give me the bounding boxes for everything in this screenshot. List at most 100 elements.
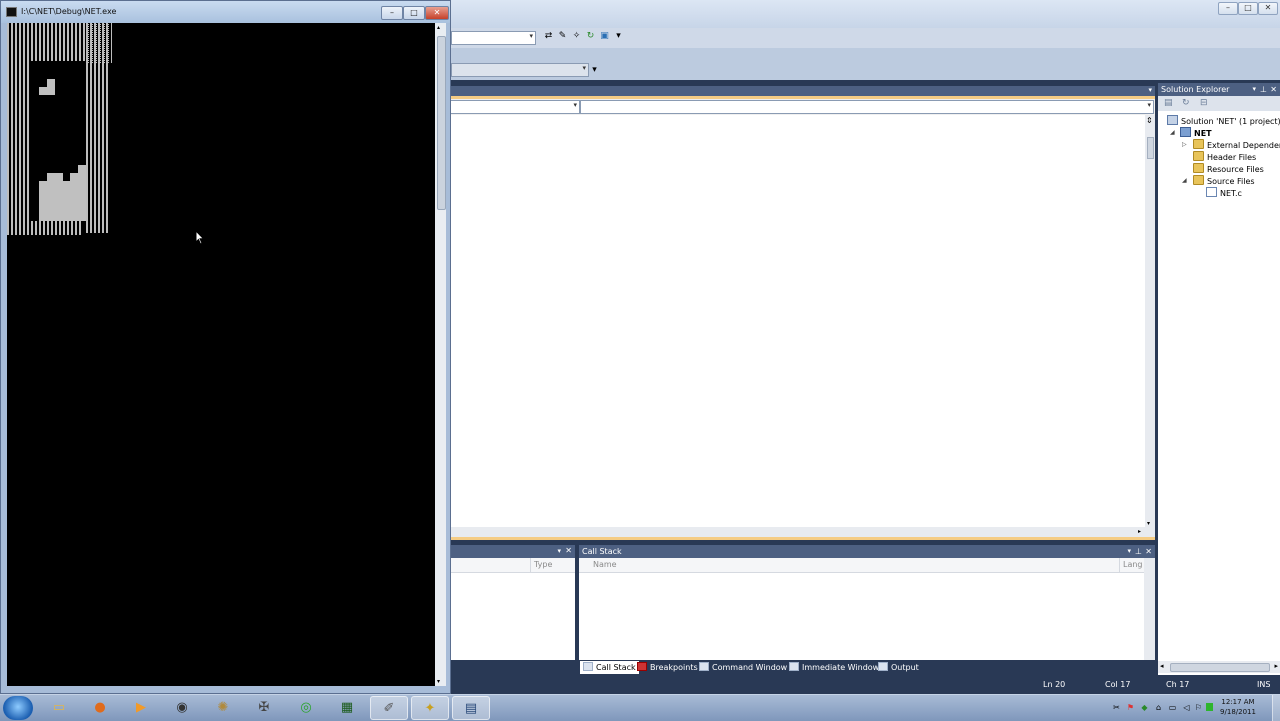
scroll-down-icon[interactable]: ▾ xyxy=(1147,520,1150,527)
code-editor[interactable] xyxy=(450,115,1148,527)
scroll-up-icon[interactable]: ▴ xyxy=(437,24,440,31)
tetris-well xyxy=(7,23,117,238)
properties-icon[interactable]: ✎ xyxy=(557,31,568,42)
locals-panel: ▾ ✕ Type xyxy=(450,545,575,660)
expand-arrow-icon[interactable]: ◢ xyxy=(1182,177,1187,184)
toolbox-icon[interactable]: ▣ xyxy=(599,31,610,42)
debug-location-combo[interactable]: ▾ xyxy=(451,63,589,77)
solution-explorer-scrollbar[interactable]: ◂ ▸ xyxy=(1158,661,1280,673)
collapse-arrow-icon[interactable]: ▷ xyxy=(1182,141,1187,148)
tetris-stack-column xyxy=(78,165,87,221)
panel-dropdown-icon[interactable]: ▾ xyxy=(557,547,561,555)
console-scroll-thumb[interactable] xyxy=(437,36,446,210)
media-player-icon[interactable]: ▶ xyxy=(122,696,160,720)
tree-external-dependencies[interactable]: External Dependenc xyxy=(1193,139,1280,150)
console-close-button[interactable]: ✕ xyxy=(425,6,449,20)
editor-scope-combo[interactable]: ▾ xyxy=(450,100,580,114)
refresh-icon[interactable]: ↻ xyxy=(585,31,596,42)
scroll-right-icon[interactable]: ▸ xyxy=(1138,528,1141,535)
editor-vertical-scrollbar[interactable]: ⇕ ▾ xyxy=(1145,115,1155,527)
tab-call-stack[interactable]: Call Stack xyxy=(580,661,639,674)
explorer-icon[interactable]: ▭ xyxy=(40,696,78,720)
collapse-icon[interactable]: ⊟ xyxy=(1200,98,1208,108)
pin-icon[interactable]: ⊥ xyxy=(1135,545,1142,558)
solution-explorer-title: Solution Explorer xyxy=(1161,85,1230,94)
solution-config-combo[interactable]: ▾ xyxy=(451,31,536,45)
column-type[interactable]: Type xyxy=(530,558,552,572)
window-icon[interactable]: ▤ xyxy=(452,696,490,720)
editor-scroll-thumb[interactable] xyxy=(1147,137,1154,159)
notes-icon[interactable]: ✦ xyxy=(411,696,449,720)
mouse-cursor-icon xyxy=(195,230,205,245)
panel-dropdown-icon[interactable]: ▾ xyxy=(1252,83,1256,96)
vs-minimize-button[interactable]: – xyxy=(1218,2,1238,15)
tray-tools-icon[interactable]: ✂ xyxy=(1112,703,1121,712)
panel-dropdown-icon[interactable]: ▾ xyxy=(1127,545,1131,558)
show-all-files-icon[interactable]: ▤ xyxy=(1164,98,1173,108)
tray-security-icon[interactable]: ◆ xyxy=(1140,703,1149,712)
pin-icon[interactable]: ⊥ xyxy=(1260,83,1267,96)
sphere-icon[interactable]: ◉ xyxy=(163,696,201,720)
column-name[interactable]: Name xyxy=(593,558,617,572)
tab-command-window[interactable]: Command Window xyxy=(699,661,787,674)
call-stack-scrollbar[interactable] xyxy=(1144,558,1155,660)
refresh-icon[interactable]: ↻ xyxy=(1182,98,1190,108)
tetris-wall-right xyxy=(86,23,110,233)
firefox-icon[interactable]: ● xyxy=(81,696,119,720)
scroll-down-icon[interactable]: ▾ xyxy=(437,678,440,685)
tray-battery-icon[interactable] xyxy=(1206,703,1213,711)
column-lang[interactable]: Lang xyxy=(1119,558,1143,572)
green-app-icon[interactable]: ◎ xyxy=(287,696,325,720)
console-maximize-button[interactable]: □ xyxy=(403,6,425,20)
toolbar-overflow-icon-2[interactable]: ▾ xyxy=(589,65,600,76)
clock-time[interactable]: 12:17 AM xyxy=(1218,698,1258,706)
tray-volume-icon[interactable]: ◁ xyxy=(1182,703,1191,712)
tab-breakpoints[interactable]: Breakpoints xyxy=(637,661,698,674)
console-app-icon[interactable] xyxy=(6,7,17,17)
split-icon[interactable]: ⇕ xyxy=(1146,116,1153,125)
panel-close-icon[interactable]: ✕ xyxy=(565,546,572,555)
show-desktop-button[interactable] xyxy=(1272,695,1280,721)
console-output[interactable] xyxy=(7,23,435,686)
terminal-icon[interactable]: ▦ xyxy=(328,696,366,720)
editor-tab-strip: ▾ xyxy=(450,86,1155,96)
console-minimize-button[interactable]: – xyxy=(381,6,403,20)
vs-maximize-button[interactable]: □ xyxy=(1238,2,1258,15)
vs-toolbar-standard: ▾ ⇄ ✎ ✧ ↻ ▣ ▾ xyxy=(445,28,1280,48)
tool-icon[interactable]: ✺ xyxy=(204,696,242,720)
tree-header-files[interactable]: Header Files xyxy=(1193,151,1256,162)
tree-solution[interactable]: Solution 'NET' (1 project) xyxy=(1167,115,1280,126)
editor-member-combo[interactable]: ▾ xyxy=(580,100,1154,114)
tray-network-icon[interactable]: ⌂ xyxy=(1154,703,1163,712)
panel-close-icon[interactable]: ✕ xyxy=(1145,545,1152,558)
panel-close-icon[interactable]: ✕ xyxy=(1270,83,1277,96)
scroll-left-icon[interactable]: ◂ xyxy=(1160,662,1164,670)
scroll-right-icon[interactable]: ▸ xyxy=(1274,662,1278,670)
editor-dropdown-icon[interactable]: ▾ xyxy=(1148,86,1152,94)
tray-action-center-icon[interactable]: ⚐ xyxy=(1194,703,1203,712)
tree-file-net-c[interactable]: NET.c xyxy=(1206,187,1242,198)
paint-icon[interactable]: ✐ xyxy=(370,696,408,720)
gear-app-icon[interactable]: ✠ xyxy=(245,696,283,720)
se-scroll-thumb[interactable] xyxy=(1170,663,1270,672)
tree-resource-files[interactable]: Resource Files xyxy=(1193,163,1264,174)
expand-arrow-icon[interactable]: ◢ xyxy=(1170,129,1175,136)
start-button[interactable] xyxy=(3,696,33,720)
folder-icon xyxy=(1193,139,1204,149)
tab-output[interactable]: Output xyxy=(878,661,919,674)
tree-source-files[interactable]: Source Files xyxy=(1193,175,1255,186)
vs-close-button[interactable]: ✕ xyxy=(1258,2,1278,15)
tree-project-net[interactable]: NET xyxy=(1180,127,1212,138)
clock-date[interactable]: 9/18/2011 xyxy=(1218,708,1258,716)
editor-horizontal-scrollbar[interactable]: ▸ xyxy=(450,527,1155,537)
toolbar-overflow-icon[interactable]: ▾ xyxy=(613,31,624,42)
wand-icon[interactable]: ✧ xyxy=(571,31,582,42)
tray-flag-icon[interactable]: ⚑ xyxy=(1126,703,1135,712)
tray-display-icon[interactable]: ▭ xyxy=(1168,703,1177,712)
editor-navigation-bar: ▾ ▾ xyxy=(450,99,1155,115)
tab-immediate-window[interactable]: Immediate Window xyxy=(789,661,879,674)
find-icon[interactable]: ⇄ xyxy=(543,31,554,42)
console-titlebar[interactable]: I:\C\NET\Debug\NET.exe – □ ✕ xyxy=(1,1,450,23)
status-column: Col 17 xyxy=(1105,680,1131,689)
console-window: I:\C\NET\Debug\NET.exe – □ ✕ ▴ ▾ xyxy=(0,0,451,694)
